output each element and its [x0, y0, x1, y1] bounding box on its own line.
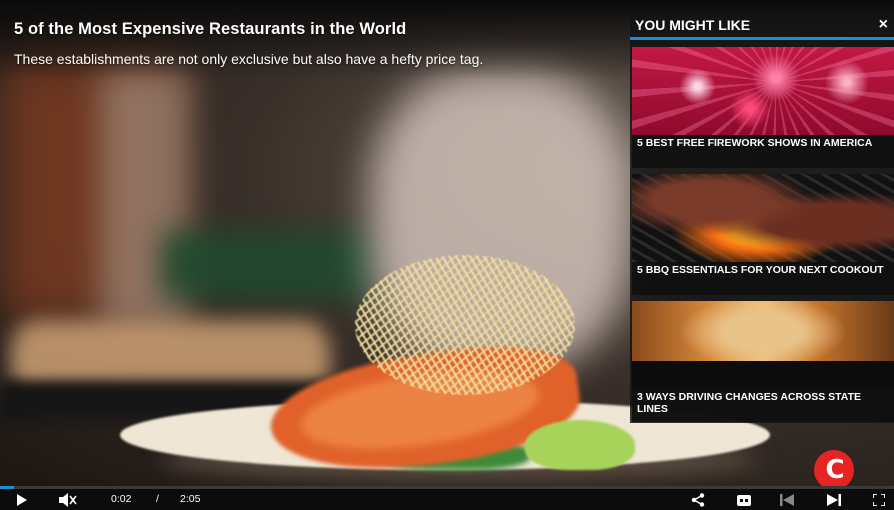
play-icon[interactable]	[14, 491, 30, 509]
share-icon[interactable]	[689, 491, 707, 509]
mute-icon[interactable]	[58, 491, 78, 509]
time-separator: /	[156, 493, 159, 505]
recommendation-label: 5 BBQ ESSENTIALS FOR YOUR NEXT COOKOUT	[632, 262, 894, 295]
next-icon[interactable]	[825, 491, 843, 509]
fireworks-thumbnail	[632, 47, 894, 135]
duration: 2:05	[180, 493, 201, 505]
previous-icon[interactable]	[778, 491, 796, 509]
driving-thumbnail	[632, 301, 894, 389]
brand-logo[interactable]: C	[814, 450, 854, 490]
video-title: 5 of the Most Expensive Restaurants in t…	[14, 20, 407, 38]
close-icon[interactable]: ×	[879, 16, 888, 34]
recommendation-card-fireworks[interactable]: 5 BEST FREE FIREWORK SHOWS IN AMERICA	[632, 47, 894, 168]
fullscreen-icon[interactable]	[870, 491, 888, 509]
panel-title: YOU MIGHT LIKE	[635, 17, 751, 33]
recommendation-label: 3 WAYS DRIVING CHANGES ACROSS STATE LINE…	[632, 389, 894, 422]
video-player[interactable]: 5 of the Most Expensive Restaurants in t…	[0, 0, 894, 510]
brand-logo-letter: C	[825, 455, 845, 485]
you-might-like-panel: YOU MIGHT LIKE × 5 BEST FREE FIREWORK SH…	[630, 13, 894, 423]
recommendation-label: 5 BEST FREE FIREWORK SHOWS IN AMERICA	[632, 135, 894, 168]
captions-icon[interactable]	[735, 491, 753, 509]
control-bar: 0:02 / 2:05	[0, 489, 894, 510]
bbq-thumbnail	[632, 174, 894, 262]
video-subtitle: These establishments are not only exclus…	[14, 51, 484, 67]
panel-header: YOU MIGHT LIKE ×	[630, 13, 894, 40]
current-time: 0:02	[111, 493, 132, 505]
recommendation-card-bbq[interactable]: 5 BBQ ESSENTIALS FOR YOUR NEXT COOKOUT	[632, 174, 894, 295]
recommendation-card-driving[interactable]: 3 WAYS DRIVING CHANGES ACROSS STATE LINE…	[632, 301, 894, 422]
